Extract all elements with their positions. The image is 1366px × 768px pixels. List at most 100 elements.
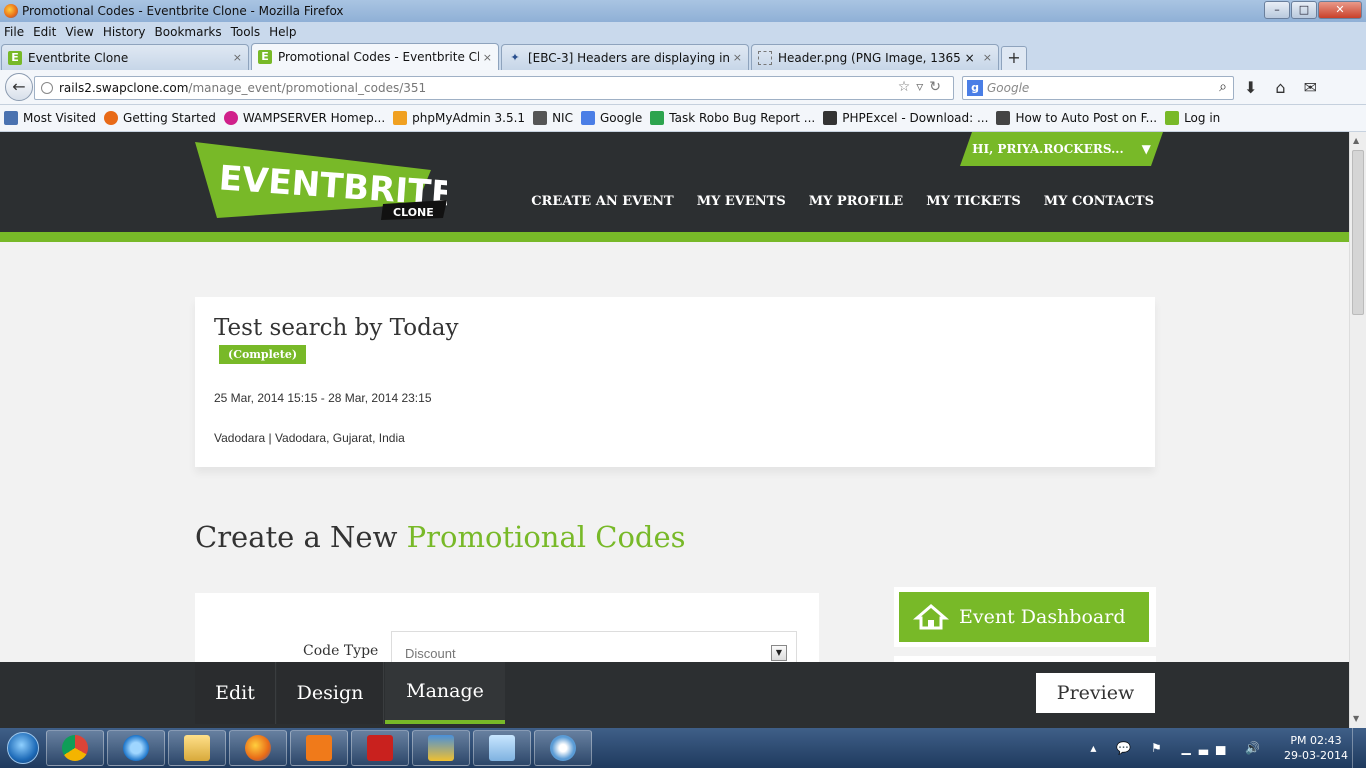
tab-edit[interactable]: Edit	[195, 662, 276, 724]
notepad-icon	[489, 735, 515, 761]
clock-time: PM 02:43	[1290, 734, 1342, 747]
new-tab-button[interactable]: +	[1001, 46, 1027, 70]
nav-create-event[interactable]: CREATE AN EVENT	[531, 194, 674, 209]
taskbar-filezilla[interactable]	[351, 730, 409, 766]
eventbrite-logo[interactable]: EVENTBRITE CLONE	[195, 142, 447, 220]
scroll-down-icon[interactable]: ▼	[1353, 714, 1359, 723]
bookmark-wampserver[interactable]: WAMPSERVER Homep...	[223, 111, 385, 125]
tab-header-image[interactable]: Header.png (PNG Image, 1365 × 572 ... ×	[751, 44, 999, 70]
tab-close-icon[interactable]: ×	[233, 51, 242, 64]
home-icon	[913, 604, 949, 630]
nav-my-profile[interactable]: MY PROFILE	[809, 194, 903, 209]
tab-eventbrite-clone[interactable]: E Eventbrite Clone ×	[1, 44, 249, 70]
nav-my-contacts[interactable]: MY CONTACTS	[1044, 194, 1154, 209]
taskbar-chrome[interactable]	[46, 730, 104, 766]
menu-help[interactable]: Help	[269, 25, 296, 39]
tab-close-icon[interactable]: ×	[733, 51, 742, 64]
url-controls[interactable]: ☆▿↻	[898, 79, 947, 95]
back-button[interactable]: ←	[5, 73, 33, 101]
windows-taskbar: ▴ 💬 ⚑ ▁▃▅ 🔊 PM 02:43 29-03-2014	[0, 728, 1366, 768]
taskbar-file-explorer[interactable]	[168, 730, 226, 766]
svg-text:CLONE: CLONE	[393, 206, 434, 219]
bookmark-phpmyadmin[interactable]: phpMyAdmin 3.5.1	[393, 111, 525, 125]
image-icon	[758, 50, 772, 65]
event-dates: 25 Mar, 2014 15:15 - 28 Mar, 2014 23:15	[214, 391, 432, 405]
tab-jira-issue[interactable]: ✦ [EBC-3] Headers are displaying incorr.…	[501, 44, 749, 70]
downloads-icon[interactable]: ⬇	[1244, 78, 1257, 97]
search-input[interactable]: Google	[987, 81, 1029, 95]
page-title: Create a New Promotional Codes	[195, 520, 686, 554]
show-desktop-button[interactable]	[1352, 728, 1366, 768]
url-bar[interactable]: rails2.swapclone.com/manage_event/promot…	[34, 76, 954, 100]
search-icon[interactable]: ⌕	[1219, 79, 1227, 95]
preview-button[interactable]: Preview	[1036, 673, 1155, 713]
bookmark-task-robo[interactable]: Task Robo Bug Report ...	[650, 111, 815, 125]
maximize-button[interactable]: □	[1291, 1, 1317, 19]
home-icon[interactable]: ⌂	[1275, 78, 1285, 97]
event-dashboard-button[interactable]: Event Dashboard	[899, 592, 1149, 642]
menu-tools[interactable]: Tools	[231, 25, 261, 39]
window-controls: – □ ✕	[1264, 1, 1362, 19]
nav-my-tickets[interactable]: MY TICKETS	[926, 194, 1021, 209]
bookmark-getting-started[interactable]: Getting Started	[104, 111, 216, 125]
tab-manage[interactable]: Manage	[385, 662, 505, 724]
taskbar-paint[interactable]	[534, 730, 592, 766]
navigation-bar: ← rails2.swapclone.com/manage_event/prom…	[0, 70, 1366, 105]
promo-code-form: Code Type Discount ▼	[195, 593, 819, 662]
eventbrite-icon: E	[258, 50, 272, 64]
menu-edit[interactable]: Edit	[33, 25, 56, 39]
event-title: Test search by Today	[214, 315, 459, 341]
google-icon[interactable]: g	[967, 80, 983, 96]
tab-label: Promotional Codes - Eventbrite Clone	[278, 50, 479, 64]
clock-date: 29-03-2014	[1284, 749, 1348, 762]
tab-close-icon[interactable]: ×	[483, 51, 492, 64]
settings-icon	[306, 735, 332, 761]
scroll-up-icon[interactable]: ▲	[1353, 136, 1359, 145]
tab-design[interactable]: Design	[277, 662, 384, 724]
page-scrollbar[interactable]: ▲ ▼	[1349, 132, 1366, 728]
mail-icon[interactable]: ✉	[1304, 78, 1317, 97]
user-menu[interactable]: HI, PRIYA.ROCKERS... ▼	[960, 132, 1163, 166]
menu-bookmarks[interactable]: Bookmarks	[155, 25, 222, 39]
code-type-label: Code Type	[303, 643, 379, 659]
nav-my-events[interactable]: MY EVENTS	[697, 194, 786, 209]
search-bar[interactable]: g Google ⌕	[962, 76, 1234, 100]
bookmark-nic[interactable]: NIC	[533, 111, 573, 125]
system-tray: ▴ 💬 ⚑ ▁▃▅ 🔊 PM 02:43 29-03-2014	[1090, 728, 1366, 768]
tray-icons[interactable]: ▴ 💬 ⚑ ▁▃▅ 🔊	[1090, 741, 1268, 755]
windows-logo-icon	[7, 732, 39, 764]
taskbar-firefox[interactable]	[229, 730, 287, 766]
taskbar-internet-explorer[interactable]	[107, 730, 165, 766]
page-content: EVENTBRITE CLONE HI, PRIYA.ROCKERS... ▼ …	[0, 132, 1349, 662]
code-type-select[interactable]: Discount ▼	[391, 631, 797, 662]
start-button[interactable]	[0, 728, 46, 768]
most-visited-icon	[4, 111, 18, 125]
clock[interactable]: PM 02:43 29-03-2014	[1280, 733, 1352, 763]
tab-close-icon[interactable]: ×	[983, 51, 992, 64]
taskbar-notepad[interactable]	[473, 730, 531, 766]
bookmark-google[interactable]: Google	[580, 111, 642, 125]
close-button[interactable]: ✕	[1318, 1, 1362, 19]
tab-promotional-codes[interactable]: E Promotional Codes - Eventbrite Clone ×	[251, 43, 499, 70]
bookmark-auto-post[interactable]: How to Auto Post on F...	[996, 111, 1157, 125]
scroll-thumb[interactable]	[1352, 150, 1364, 315]
globe-icon	[41, 82, 53, 94]
bookmark-most-visited[interactable]: Most Visited	[4, 111, 96, 125]
menu-view[interactable]: View	[65, 25, 93, 39]
taskbar-network[interactable]	[412, 730, 470, 766]
chevron-down-icon[interactable]: ▼	[771, 645, 787, 661]
nav-tools: ⬇ ⌂ ✉	[1244, 78, 1317, 97]
window-title: Promotional Codes - Eventbrite Clone - M…	[22, 4, 344, 18]
bookmark-phpexcel[interactable]: PHPExcel - Download: ...	[823, 111, 988, 125]
window-titlebar: Promotional Codes - Eventbrite Clone - M…	[0, 0, 1366, 22]
bookmark-log-in[interactable]: Log in	[1165, 111, 1220, 125]
minimize-button[interactable]: –	[1264, 1, 1290, 19]
menu-file[interactable]: File	[4, 25, 24, 39]
menu-history[interactable]: History	[103, 25, 146, 39]
eventbrite-icon	[1165, 111, 1180, 125]
caret-down-icon: ▼	[1141, 142, 1151, 156]
event-venue: Vadodara | Vadodara, Gujarat, India	[214, 431, 405, 445]
bookmarks-toolbar: Most Visited Getting Started WAMPSERVER …	[0, 105, 1366, 132]
taskbar-settings[interactable]	[290, 730, 348, 766]
chrome-icon	[62, 735, 88, 761]
